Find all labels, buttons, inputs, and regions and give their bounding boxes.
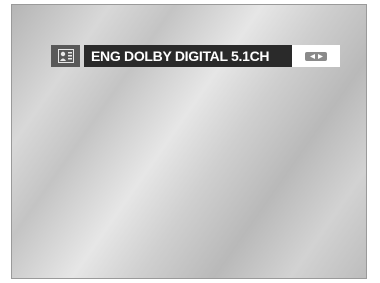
audio-track-label[interactable]: ENG DOLBY DIGITAL 5.1CH: [84, 45, 292, 67]
navigate-control[interactable]: [292, 45, 340, 67]
tv-screen: ENG DOLBY DIGITAL 5.1CH: [11, 4, 367, 279]
left-right-arrows-icon[interactable]: [305, 51, 327, 61]
audio-osd-bar: ENG DOLBY DIGITAL 5.1CH: [51, 45, 340, 67]
audio-track-icon: [51, 45, 80, 67]
